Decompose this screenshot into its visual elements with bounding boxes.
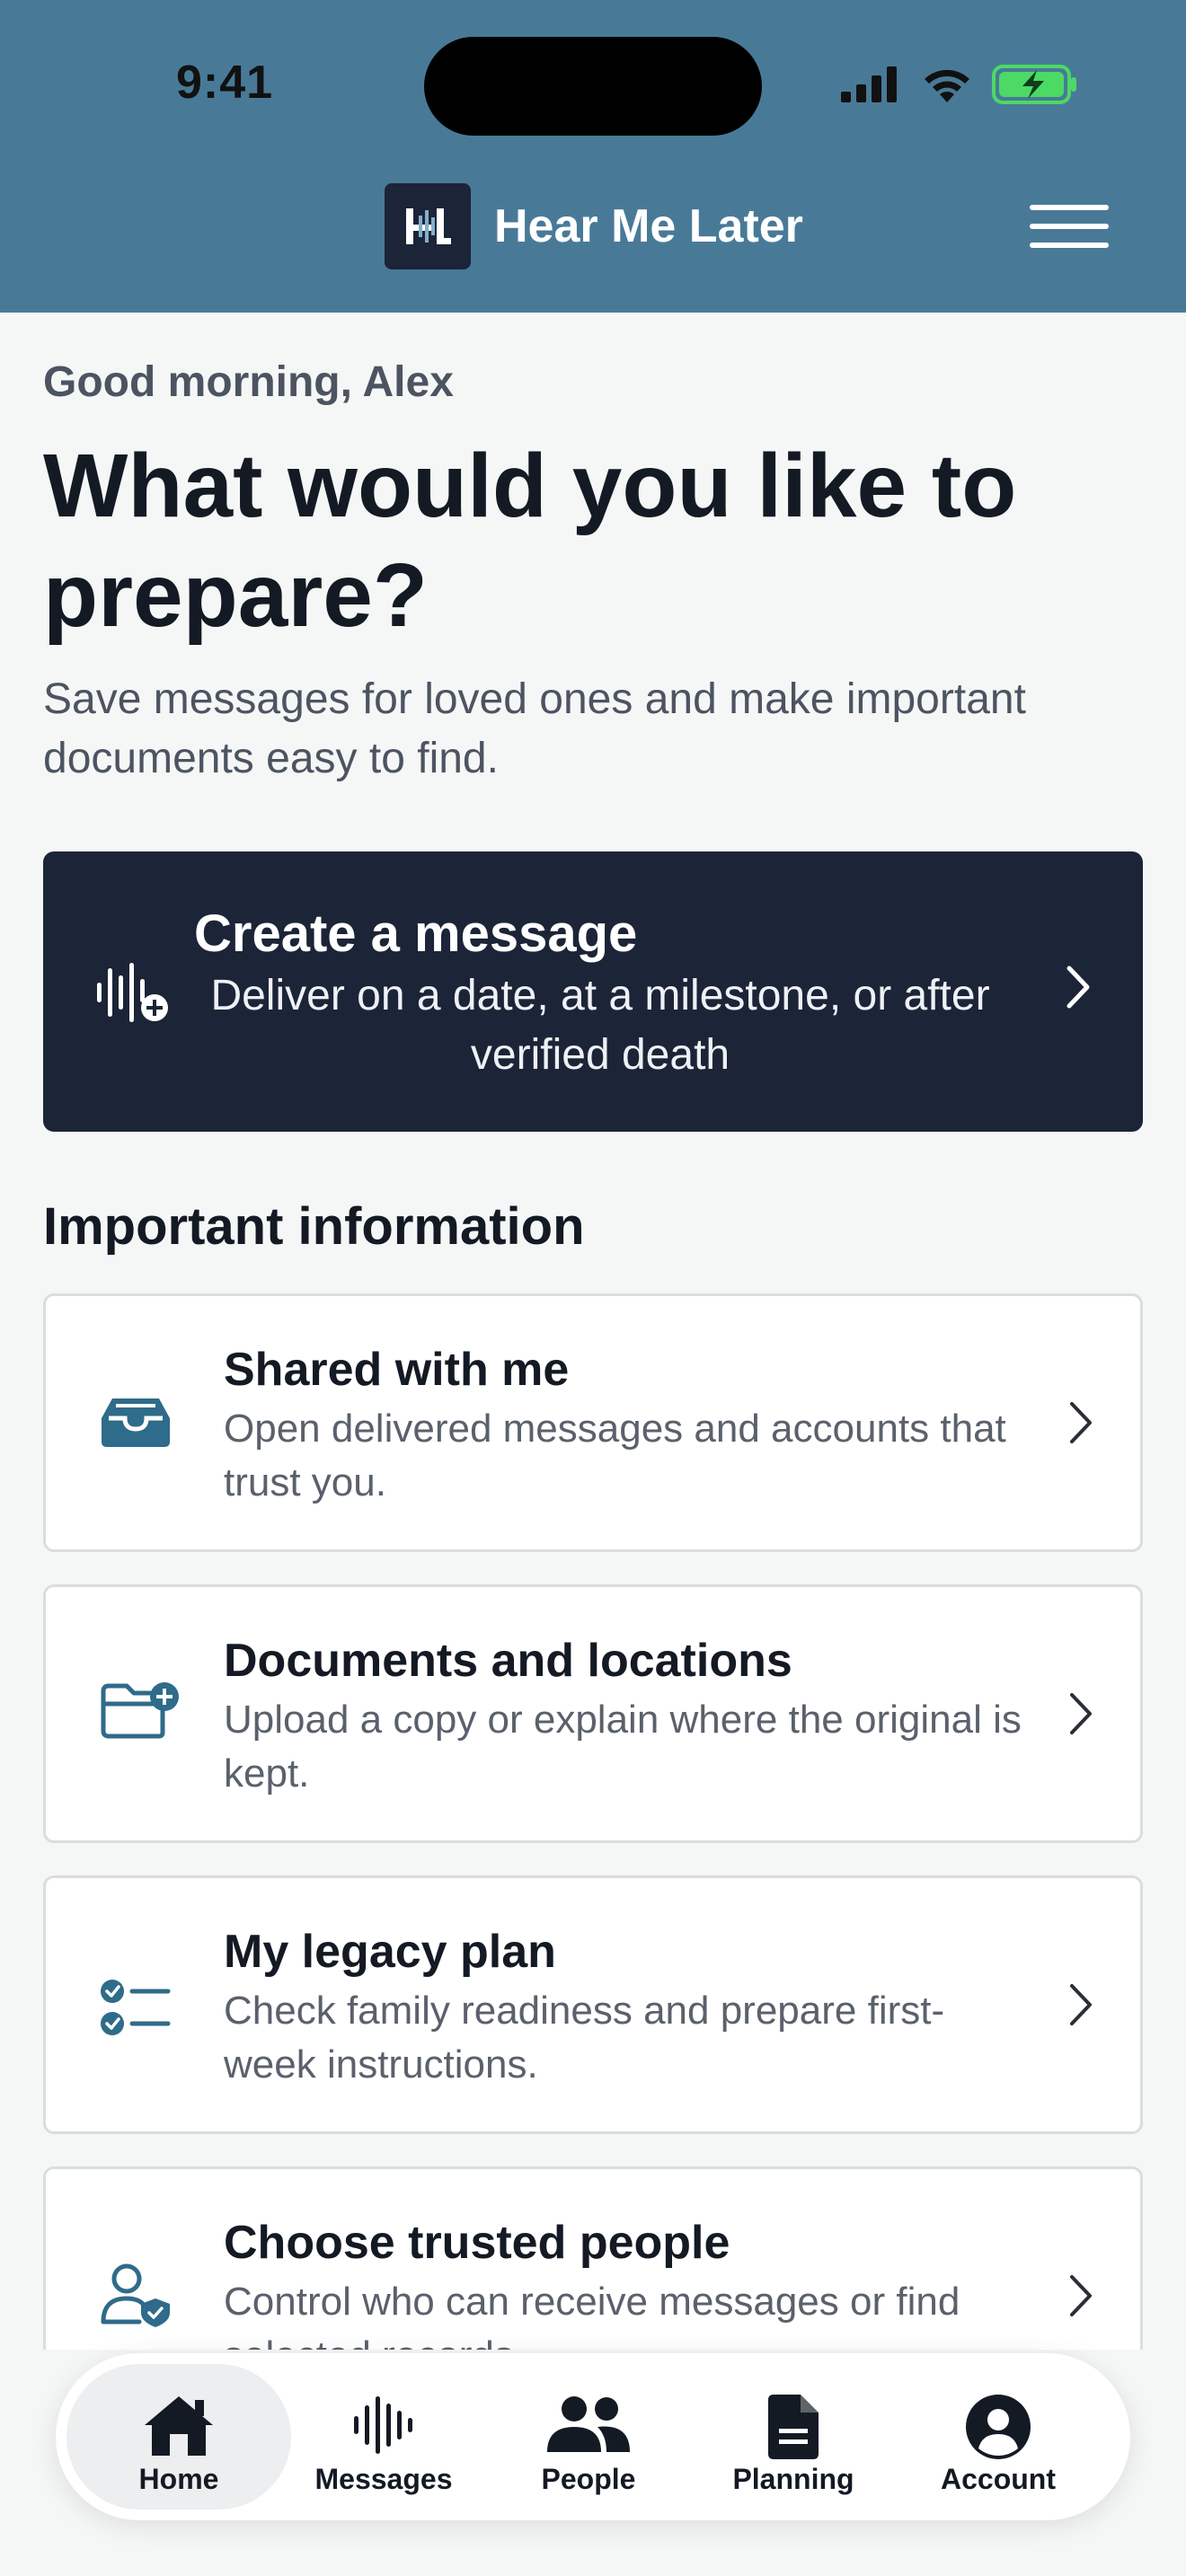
app-header: 9:41 Hear Me Later [0, 0, 1186, 313]
card-title: My legacy plan [224, 1926, 556, 1978]
menu-line-icon [1030, 224, 1109, 229]
card-title: Shared with me [224, 1344, 570, 1396]
status-time: 9:41 [176, 57, 274, 109]
waveform-add-icon [97, 963, 168, 1022]
greeting: Good morning, Alex [43, 358, 454, 406]
card-shared-with-me[interactable]: Shared with me Open delivered messages a… [43, 1293, 1143, 1552]
tab-label: Account [941, 2463, 1056, 2495]
app-logo-icon [385, 183, 471, 269]
dynamic-island [424, 37, 762, 136]
chevron-right-icon [1070, 1984, 1092, 2025]
waveform-icon [354, 2396, 412, 2454]
home-icon [145, 2396, 213, 2456]
user-shield-icon [101, 2263, 170, 2327]
create-message-button[interactable]: Create a message Deliver on a date, at a… [43, 851, 1143, 1132]
inbox-icon [102, 1398, 170, 1447]
tab-label: People [541, 2463, 636, 2495]
cta-title: Create a message [194, 904, 638, 963]
signal-icon [841, 66, 897, 102]
battery-icon [992, 65, 1076, 104]
brand: Hear Me Later [385, 183, 803, 269]
people-icon [547, 2396, 630, 2452]
folder-plus-icon [101, 1682, 179, 1739]
chevron-right-icon [1070, 2275, 1092, 2316]
account-icon [966, 2395, 1031, 2459]
card-description: Upload a copy or explain where the origi… [224, 1698, 1022, 1795]
card-description: Open delivered messages and accounts tha… [224, 1407, 1006, 1504]
card-documents-and-locations[interactable]: Documents and locations Upload a copy or… [43, 1584, 1143, 1843]
checklist-icon [101, 1980, 171, 2035]
tab-messages[interactable]: Messages [271, 2364, 496, 2510]
cta-description: Deliver on a date, at a milestone, or af… [210, 972, 990, 1079]
wifi-icon [925, 69, 969, 102]
chevron-right-icon [1070, 1402, 1092, 1443]
tab-account[interactable]: Account [886, 2364, 1111, 2510]
page-subtitle: Save messages for loved ones and make im… [43, 675, 1026, 782]
tab-planning[interactable]: Planning [681, 2364, 906, 2510]
document-icon [768, 2395, 819, 2459]
app-name: Hear Me Later [494, 200, 803, 252]
bottom-tab-bar: Home Messages People Planning Account [56, 2353, 1130, 2520]
tab-label: Messages [314, 2463, 453, 2495]
menu-line-icon [1030, 243, 1109, 248]
card-description: Check family readiness and prepare first… [224, 1989, 945, 2086]
page-title: What would you like to prepare? [43, 436, 1017, 646]
tab-people[interactable]: People [476, 2364, 701, 2510]
hamburger-menu-button[interactable] [1030, 205, 1109, 248]
menu-line-icon [1030, 205, 1109, 210]
card-my-legacy-plan[interactable]: My legacy plan Check family readiness an… [43, 1875, 1143, 2134]
tab-label: Home [138, 2463, 219, 2495]
card-title: Documents and locations [224, 1635, 792, 1687]
card-title: Choose trusted people [224, 2217, 730, 2269]
chevron-right-icon [1067, 966, 1090, 1009]
tab-home[interactable]: Home [66, 2364, 291, 2510]
tab-label: Planning [732, 2463, 854, 2495]
chevron-right-icon [1070, 1693, 1092, 1734]
section-heading: Important information [43, 1197, 585, 1256]
